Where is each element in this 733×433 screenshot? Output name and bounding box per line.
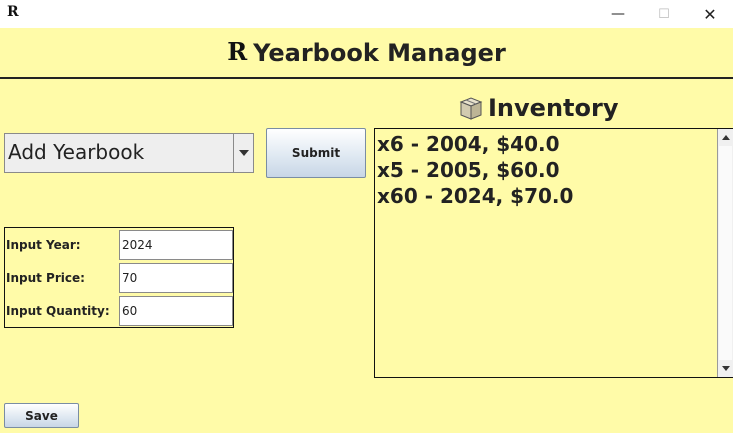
header-logo-icon: R <box>227 37 248 66</box>
year-label: Input Year: <box>6 238 81 252</box>
input-form: Input Year: 2024 Input Price: 70 Input Q… <box>4 227 234 328</box>
scroll-track[interactable] <box>719 146 732 360</box>
price-label: Input Price: <box>6 271 85 285</box>
page-title: Yearbook Manager <box>253 38 506 67</box>
inventory-header: Inventory <box>458 94 618 122</box>
quantity-label: Input Quantity: <box>6 304 110 318</box>
action-select-value: Add Yearbook <box>8 140 145 164</box>
list-item[interactable]: x5 - 2005, $60.0 <box>377 157 715 183</box>
close-button[interactable]: ✕ <box>687 0 733 28</box>
dropdown-button[interactable] <box>233 134 253 172</box>
list-item[interactable]: x60 - 2024, $70.0 <box>377 183 715 209</box>
price-input[interactable]: 70 <box>119 263 233 293</box>
close-icon: ✕ <box>703 4 717 24</box>
quantity-input[interactable]: 60 <box>119 296 233 326</box>
year-input[interactable]: 2024 <box>119 230 233 260</box>
maximize-button[interactable]: ☐ <box>641 0 687 28</box>
submit-button[interactable]: Submit <box>266 128 366 178</box>
scroll-down-button[interactable] <box>718 361 733 376</box>
minimize-icon: — <box>611 6 625 22</box>
scroll-up-button[interactable] <box>718 130 733 145</box>
box-icon <box>459 97 483 120</box>
maximize-icon: ☐ <box>658 6 670 22</box>
inventory-items: x6 - 2004, $40.0 x5 - 2005, $60.0 x60 - … <box>377 131 715 209</box>
app-header: R Yearbook Manager <box>0 28 733 79</box>
save-button[interactable]: Save <box>4 403 79 428</box>
list-item[interactable]: x6 - 2004, $40.0 <box>377 131 715 157</box>
inventory-title: Inventory <box>488 94 619 122</box>
vertical-scrollbar[interactable] <box>717 129 733 377</box>
minimize-button[interactable]: — <box>595 0 641 28</box>
arrow-down-icon <box>721 366 730 371</box>
window-titlebar: R — ☐ ✕ <box>0 0 733 28</box>
app-logo-icon: R <box>7 4 19 20</box>
arrow-up-icon <box>721 135 730 140</box>
action-select[interactable]: Add Yearbook <box>4 133 254 173</box>
inventory-list[interactable]: x6 - 2004, $40.0 x5 - 2005, $60.0 x60 - … <box>374 128 733 378</box>
chevron-down-icon <box>238 150 249 156</box>
